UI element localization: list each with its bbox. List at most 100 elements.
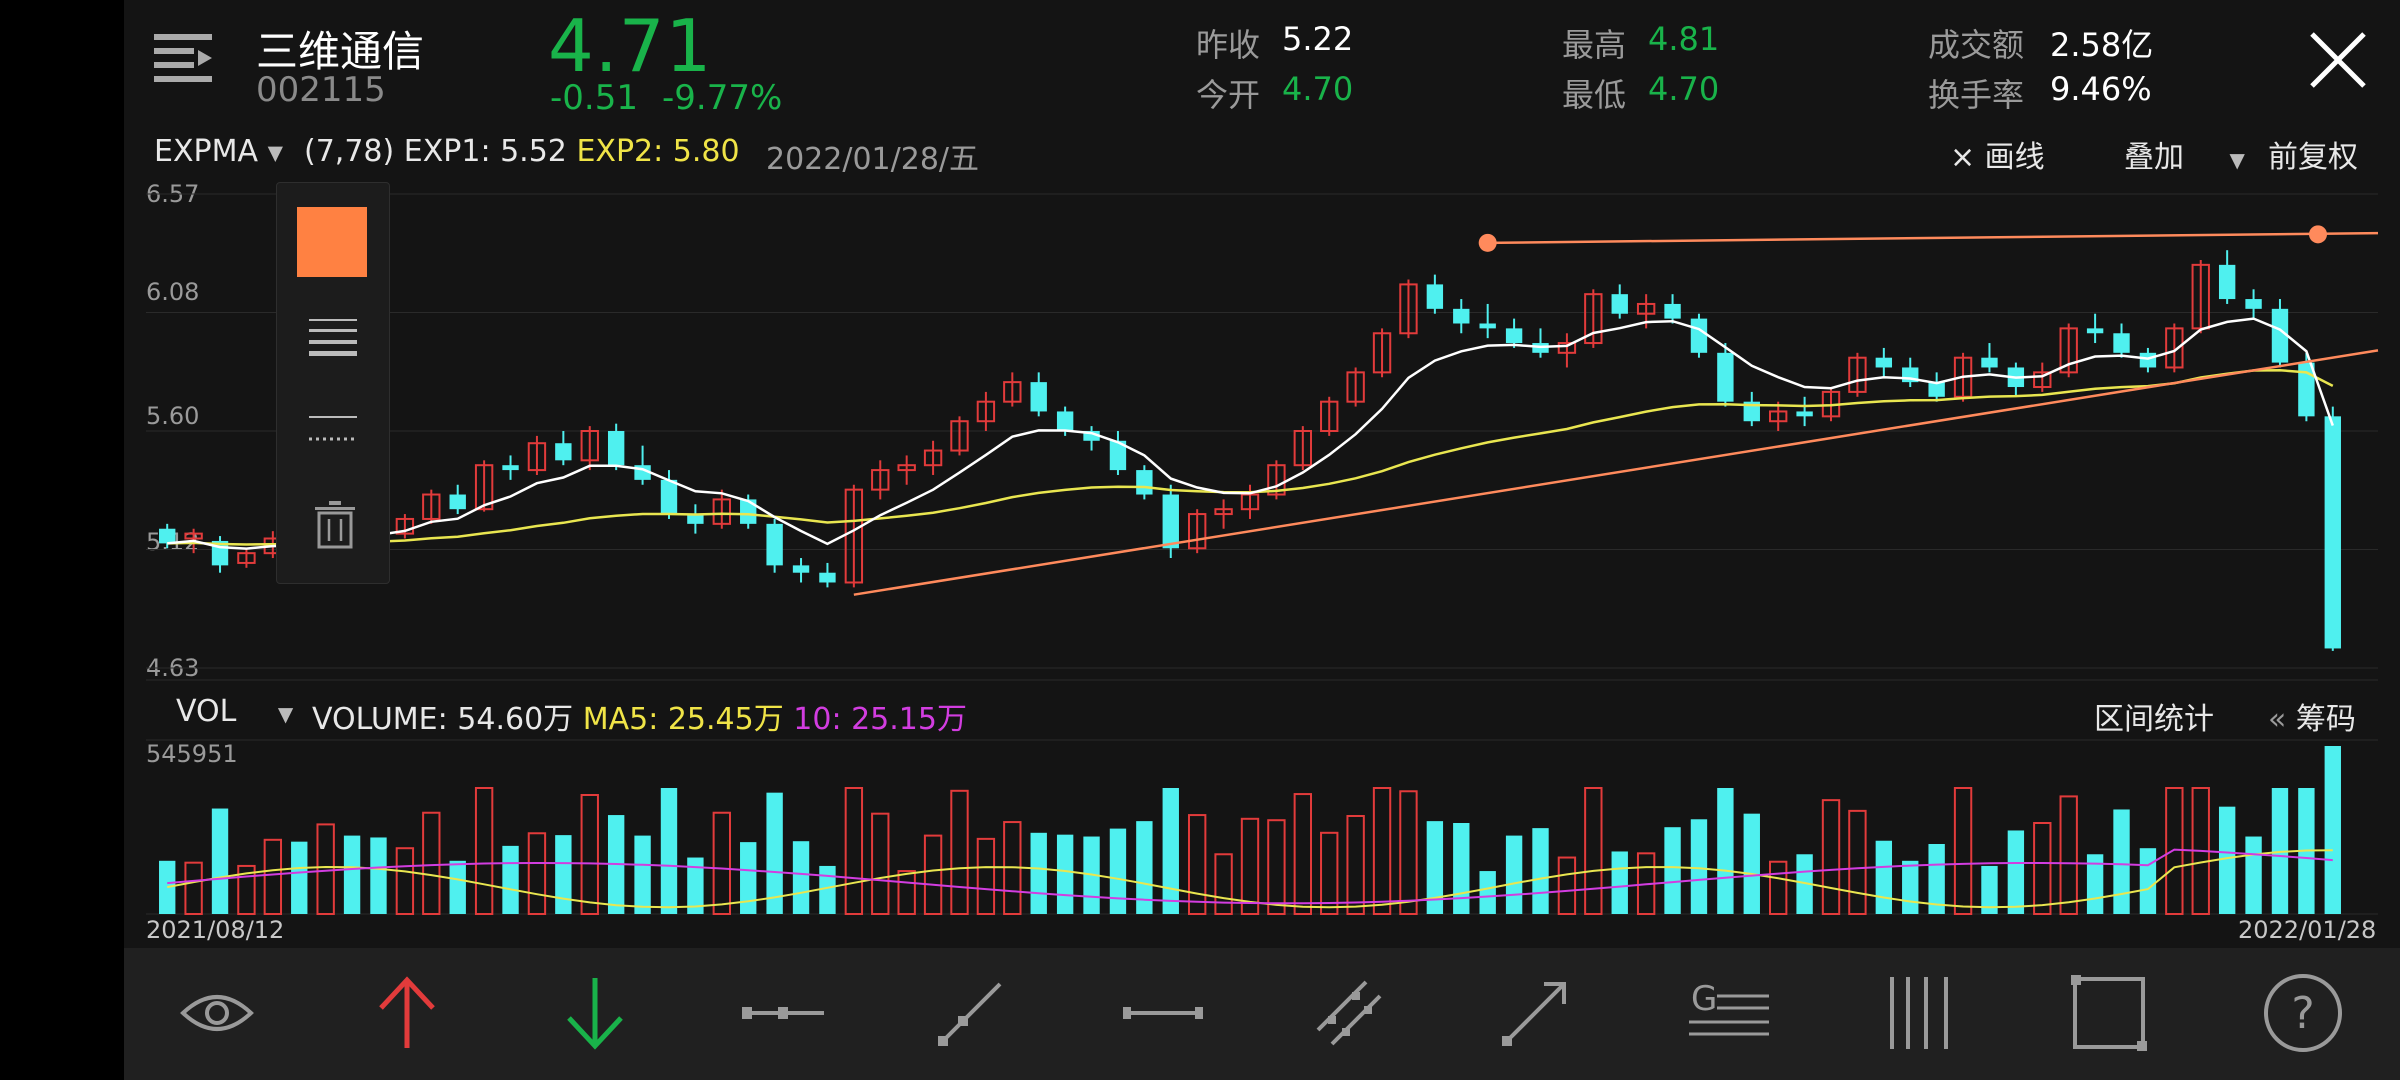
volume-bar [1453, 823, 1470, 914]
volume-bar [1717, 788, 1734, 914]
volume-bar [1875, 840, 1893, 914]
volume-bar [1240, 817, 1260, 915]
candlestick-chart[interactable] [124, 0, 2400, 948]
candle-body [1981, 357, 1998, 368]
drawing-toolbar: G ? [124, 948, 2400, 1080]
volume-bar [1902, 860, 1919, 914]
volume-bar [1505, 835, 1523, 914]
chips-label: 筹码 [2295, 702, 2356, 737]
volume-bar [1532, 828, 1549, 914]
candle-body [2113, 333, 2130, 353]
candle-body [2245, 299, 2262, 309]
volume-value: VOLUME: 54.60万 [312, 702, 574, 737]
candle-body [660, 479, 678, 515]
volume-bar [897, 870, 916, 915]
parallel-channel-icon[interactable] [1306, 970, 1392, 1056]
candle-body [1611, 294, 1628, 314]
chips-button[interactable]: « 筹码 [2268, 694, 2356, 738]
volume-ma10: 10: 25.15万 [793, 702, 967, 737]
volume-bar [1743, 813, 1760, 914]
volume-bar [740, 842, 757, 914]
trendline-handle [2309, 225, 2327, 244]
volume-bar [1769, 860, 1788, 916]
stock-chart-app: 三维通信 002115 4.71 -0.51 -9.77% 昨收 5.22 今开… [124, 0, 2400, 1080]
volume-bar [1214, 853, 1233, 915]
volume-bar [159, 860, 176, 914]
volume-bar [1320, 831, 1339, 915]
volume-bar [1584, 787, 1603, 915]
trendline-handle [1478, 233, 1497, 252]
volume-bar [316, 823, 335, 916]
candle-body [1136, 470, 1153, 495]
candle-body [1479, 323, 1496, 329]
volume-bar [555, 835, 572, 914]
volume-bar [1611, 851, 1628, 914]
volume-bar [819, 865, 836, 914]
volume-bar [422, 811, 441, 916]
resistance-trendline [1487, 231, 2379, 245]
volume-bar [1267, 819, 1286, 916]
candle-body [2218, 264, 2236, 300]
volume-bar [580, 794, 599, 915]
candle-body [1030, 382, 1047, 412]
volume-bar [343, 835, 361, 914]
candle-body [1796, 411, 1813, 417]
volume-bar [1848, 809, 1867, 915]
candle-body [792, 565, 810, 573]
rectangle-icon[interactable] [2066, 970, 2152, 1056]
vertical-lines-icon[interactable] [1876, 970, 1962, 1056]
arrow-line-icon[interactable] [1492, 970, 1578, 1056]
volume-bar [211, 808, 229, 914]
candle-body [1664, 303, 1681, 319]
volume-bar [502, 845, 519, 914]
volume-bar [449, 860, 466, 914]
volume-bar [1187, 814, 1207, 915]
arrow-down-icon[interactable] [552, 970, 638, 1056]
volume-bar [1030, 832, 1047, 914]
range-stats-button[interactable]: 区间统计 [2094, 694, 2214, 738]
candle-body [1690, 318, 1708, 353]
line-style-icon[interactable] [309, 411, 357, 447]
segment-icon[interactable] [740, 970, 826, 1056]
line-width-icon[interactable] [309, 315, 357, 359]
trash-icon[interactable] [315, 501, 355, 549]
candle-body [2086, 328, 2104, 334]
candle-body [449, 494, 466, 510]
eye-icon[interactable] [174, 970, 260, 1056]
color-swatch[interactable] [297, 207, 367, 277]
volume-bar [474, 787, 494, 915]
candle-body [1453, 308, 1470, 324]
volume-bar [1557, 856, 1577, 915]
volume-values: VOLUME: 54.60万 MA5: 25.45万 10: 25.15万 [312, 694, 967, 738]
volume-bar [527, 832, 547, 915]
volume-bar [634, 835, 651, 914]
volume-bar [2245, 836, 2262, 914]
volume-bar [1399, 790, 1418, 915]
candle-body [2139, 352, 2157, 368]
volume-bar [2324, 746, 2341, 914]
volume-bar [1479, 871, 1496, 914]
candle-body [1717, 352, 1734, 402]
volume-bar [792, 841, 810, 914]
volume-indicator-select[interactable]: VOL ▼ [176, 694, 293, 729]
volume-bar [950, 789, 969, 915]
volume-bar [1293, 793, 1313, 915]
arrow-up-icon[interactable] [364, 970, 450, 1056]
volume-bar [1690, 819, 1708, 914]
volume-bar [1372, 787, 1392, 915]
volume-bar [2007, 830, 2025, 914]
volume-bar [1821, 799, 1841, 916]
start-date: 2021/08/12 [146, 916, 285, 944]
volume-bar [923, 834, 943, 915]
svg-text:?: ? [2291, 988, 2314, 1039]
ray-icon[interactable] [928, 970, 1014, 1056]
help-icon[interactable]: ? [2260, 970, 2346, 1056]
candle-body [555, 443, 572, 461]
volume-bar [1162, 788, 1179, 914]
volume-bar [844, 787, 864, 915]
volume-bar [1664, 827, 1681, 914]
volume-bar [291, 841, 308, 914]
volume-bar [2113, 809, 2130, 914]
horizontal-line-icon[interactable] [1120, 970, 1206, 1056]
gann-icon[interactable]: G [1686, 970, 1772, 1056]
